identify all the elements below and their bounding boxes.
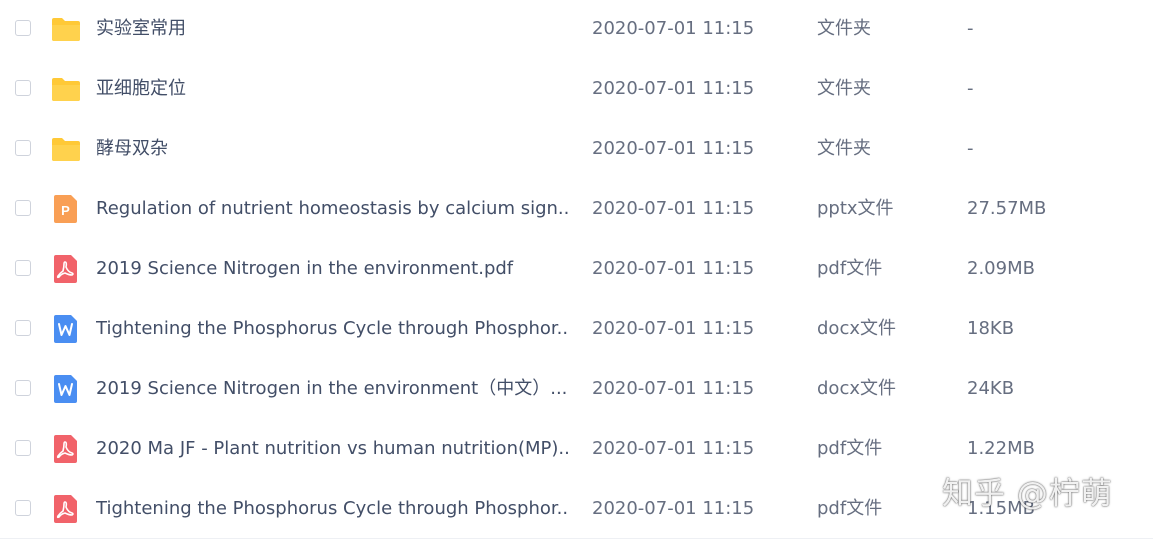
file-type: 文件夹 [817,18,871,39]
file-name[interactable]: 实验室常用 [96,18,568,40]
folder-icon [51,74,81,104]
row-checkbox[interactable] [15,260,31,276]
row-checkbox[interactable] [15,140,31,156]
file-row[interactable]: 2019 Science Nitrogen in the environment… [0,360,1153,420]
file-size: 24KB [967,378,1015,399]
file-name[interactable]: 2019 Science Nitrogen in the environment… [96,378,568,400]
file-size: - [967,18,974,39]
pptx-icon: P [51,194,81,224]
pdf-icon [51,254,81,284]
row-checkbox[interactable] [15,200,31,216]
file-size: 18KB [967,318,1015,339]
file-type: pdf文件 [817,438,883,459]
file-date: 2020-07-01 11:15 [592,198,755,219]
file-date: 2020-07-01 11:15 [592,378,755,399]
docx-icon [51,374,81,404]
row-checkbox[interactable] [15,440,31,456]
file-date: 2020-07-01 11:15 [592,78,755,99]
row-checkbox[interactable] [15,20,31,36]
file-row[interactable]: 实验室常用 2020-07-01 11:15 文件夹 - [0,0,1153,60]
file-type: 文件夹 [817,78,871,99]
file-size: - [967,138,974,159]
row-checkbox[interactable] [15,500,31,516]
row-checkbox[interactable] [15,320,31,336]
file-name[interactable]: Tightening the Phosphorus Cycle through … [96,318,568,340]
file-name[interactable]: 亚细胞定位 [96,78,568,100]
file-name[interactable]: 酵母双杂 [96,138,568,160]
file-date: 2020-07-01 11:15 [592,498,755,519]
file-type: 文件夹 [817,138,871,159]
row-checkbox[interactable] [15,80,31,96]
file-type: pptx文件 [817,198,894,219]
row-checkbox[interactable] [15,380,31,396]
file-size: 1.22MB [967,438,1035,459]
file-row[interactable]: 2019 Science Nitrogen in the environment… [0,240,1153,300]
file-type: pdf文件 [817,498,883,519]
file-size: 2.09MB [967,258,1035,279]
folder-icon [51,134,81,164]
file-row[interactable]: Tightening the Phosphorus Cycle through … [0,300,1153,360]
file-name[interactable]: Regulation of nutrient homeostasis by ca… [96,198,568,220]
pdf-icon [51,434,81,464]
pdf-icon [51,494,81,524]
file-date: 2020-07-01 11:15 [592,138,755,159]
list-bottom-divider [0,538,1153,539]
file-date: 2020-07-01 11:15 [592,438,755,459]
file-name[interactable]: 2020 Ma JF - Plant nutrition vs human nu… [96,438,568,460]
file-size: 27.57MB [967,198,1047,219]
folder-icon [51,14,81,44]
file-name[interactable]: Tightening the Phosphorus Cycle through … [96,498,568,520]
file-type: docx文件 [817,378,896,399]
file-date: 2020-07-01 11:15 [592,318,755,339]
file-row[interactable]: 亚细胞定位 2020-07-01 11:15 文件夹 - [0,60,1153,120]
file-name[interactable]: 2019 Science Nitrogen in the environment… [96,258,568,280]
file-row[interactable]: P Regulation of nutrient homeostasis by … [0,180,1153,240]
file-type: docx文件 [817,318,896,339]
file-row[interactable]: 2020 Ma JF - Plant nutrition vs human nu… [0,420,1153,480]
file-type: pdf文件 [817,258,883,279]
svg-text:P: P [61,203,70,218]
docx-icon [51,314,81,344]
file-row[interactable]: 酵母双杂 2020-07-01 11:15 文件夹 - [0,120,1153,180]
watermark: 知乎 @柠萌 [942,476,1113,512]
file-date: 2020-07-01 11:15 [592,18,755,39]
file-list: 实验室常用 2020-07-01 11:15 文件夹 - 亚细胞定位 2020-… [0,0,1153,540]
file-date: 2020-07-01 11:15 [592,258,755,279]
file-size: - [967,78,974,99]
